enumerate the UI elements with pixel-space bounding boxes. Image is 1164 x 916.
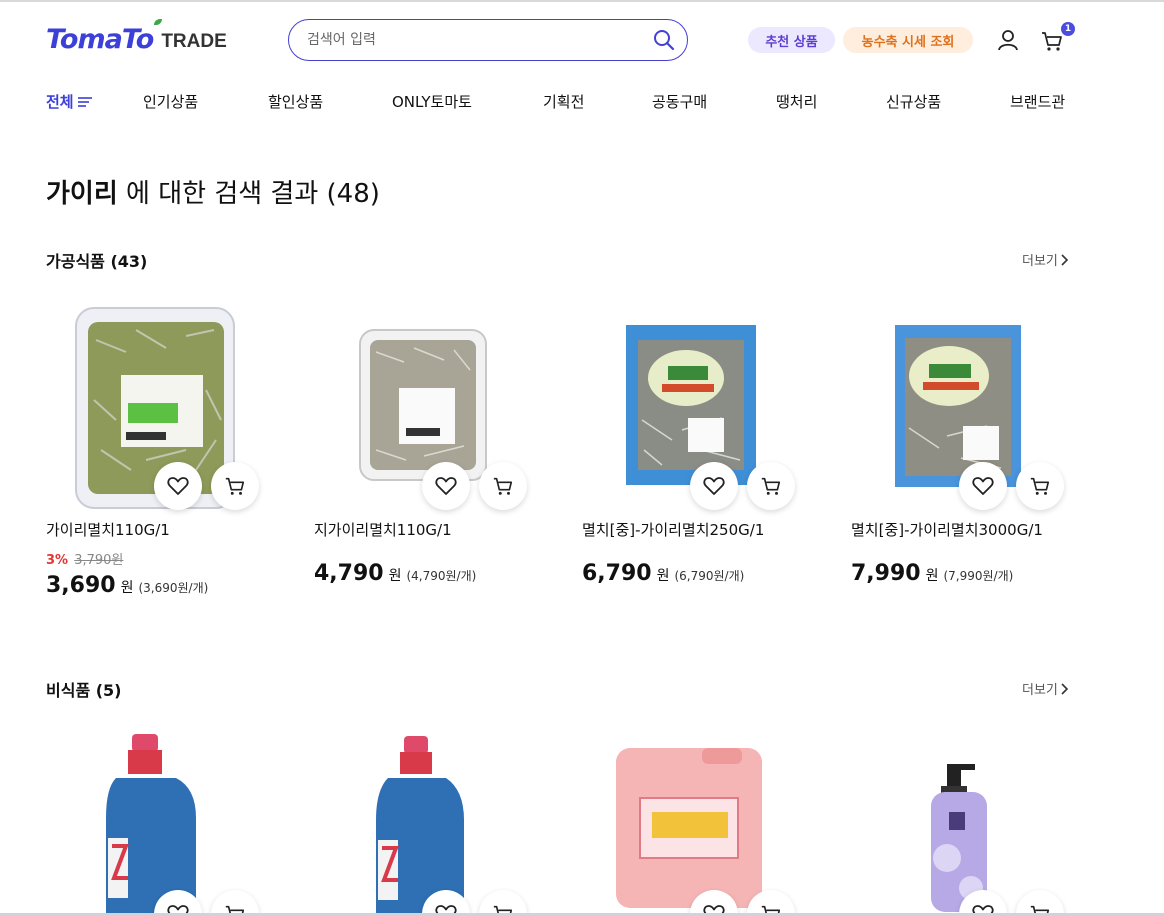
category-nav: 전체 인기상품 할인상품 ONLY토마토 기획전 공동구매 땡처리 신규상품 브… xyxy=(0,90,1164,114)
add-to-cart-button[interactable] xyxy=(479,462,527,510)
section-title-processed-food: 가공식품 (43) xyxy=(46,252,148,271)
product-card[interactable] xyxy=(851,728,1091,913)
heart-icon xyxy=(435,477,457,495)
product-name[interactable]: 멸치[중]-가이리멸치3000G/1 xyxy=(851,519,1043,540)
cart-icon xyxy=(225,905,245,913)
product-price: 6,790 xyxy=(582,561,652,586)
price-currency: 원 xyxy=(656,568,670,584)
cart-icon xyxy=(493,477,513,495)
product-card[interactable] xyxy=(46,728,286,913)
search-icon[interactable] xyxy=(653,29,675,51)
product-card[interactable] xyxy=(582,728,822,913)
search-result-title: 가이리 에 대한 검색 결과 (48) xyxy=(46,173,380,210)
top-border xyxy=(0,0,1164,2)
nav-brand[interactable]: 브랜드관 xyxy=(1010,90,1065,114)
product-name[interactable]: 멸치[중]-가이리멸치250G/1 xyxy=(582,519,764,540)
wishlist-button[interactable] xyxy=(154,462,202,510)
cart-icon xyxy=(493,905,513,913)
chevron-right-icon xyxy=(1061,682,1068,695)
cart-icon xyxy=(761,905,781,913)
product-price-row: 3,690 원 (3,690원/개) xyxy=(46,573,208,598)
product-price: 4,790 xyxy=(314,561,384,586)
section-title-non-food: 비식품 (5) xyxy=(46,681,122,700)
heart-icon xyxy=(972,477,994,495)
unit-price: (4,790원/개) xyxy=(406,569,477,583)
original-price: 3,790원 xyxy=(74,553,124,568)
chevron-right-icon xyxy=(1061,253,1068,266)
cart-count-badge: 1 xyxy=(1061,22,1075,36)
cart-icon xyxy=(761,477,781,495)
product-price: 7,990 xyxy=(851,561,921,586)
nav-clearance[interactable]: 땡처리 xyxy=(776,90,817,114)
cart-icon xyxy=(1030,477,1050,495)
product-price-row: 7,990 원 (7,990원/개) xyxy=(851,561,1013,586)
heart-icon xyxy=(167,477,189,495)
wishlist-button[interactable] xyxy=(422,462,470,510)
add-to-cart-button[interactable] xyxy=(211,462,259,510)
add-to-cart-button[interactable] xyxy=(747,462,795,510)
more-link-processed-food[interactable]: 더보기 xyxy=(1022,250,1068,269)
unit-price: (6,790원/개) xyxy=(674,569,745,583)
price-currency: 원 xyxy=(925,568,939,584)
tomato-trade-logo[interactable]: TomaTo TRADE xyxy=(46,19,227,55)
heart-icon xyxy=(167,905,189,913)
nav-popular[interactable]: 인기상품 xyxy=(143,90,198,114)
nav-group-buy[interactable]: 공동구매 xyxy=(652,90,707,114)
logo-wordmark: TomaTo xyxy=(46,24,154,55)
cart-icon xyxy=(225,477,245,495)
search-keyword: 가이리 xyxy=(46,179,118,209)
more-label: 더보기 xyxy=(1022,254,1058,269)
market-price-button[interactable]: 농수축 시세 조회 xyxy=(843,27,973,53)
wishlist-button[interactable] xyxy=(690,462,738,510)
cart-icon[interactable] xyxy=(1040,29,1064,53)
nav-discount[interactable]: 할인상품 xyxy=(268,90,323,114)
product-card[interactable] xyxy=(314,728,554,913)
menu-icon xyxy=(77,97,92,107)
unit-price: (7,990원/개) xyxy=(943,569,1014,583)
heart-icon xyxy=(972,905,994,913)
more-label: 더보기 xyxy=(1022,683,1058,698)
product-price-row: 4,790 원 (4,790원/개) xyxy=(314,561,476,586)
logo-leaf-icon xyxy=(154,19,162,25)
nav-exhibition[interactable]: 기획전 xyxy=(543,90,584,114)
add-to-cart-button[interactable] xyxy=(1016,462,1064,510)
cart-icon xyxy=(1030,905,1050,913)
price-currency: 원 xyxy=(120,580,134,596)
product-image[interactable] xyxy=(851,728,1091,913)
product-image[interactable] xyxy=(46,728,286,913)
search-bar xyxy=(288,19,688,61)
product-name[interactable]: 가이리멸치110G/1 xyxy=(46,519,170,540)
nav-all-menu[interactable]: 전체 xyxy=(46,90,92,114)
nav-only-tomato[interactable]: ONLY토마토 xyxy=(392,90,472,114)
user-icon[interactable] xyxy=(996,28,1020,52)
more-link-non-food[interactable]: 더보기 xyxy=(1022,679,1068,698)
nav-all-label: 전체 xyxy=(46,93,74,111)
search-result-suffix: 에 대한 검색 결과 (48) xyxy=(126,179,380,209)
logo-trade-text: TRADE xyxy=(161,31,227,52)
heart-icon xyxy=(435,905,457,913)
product-price-row: 6,790 원 (6,790원/개) xyxy=(582,561,744,586)
price-currency: 원 xyxy=(388,568,402,584)
product-discount: 3% 3,790원 xyxy=(46,549,123,568)
heart-icon xyxy=(703,477,725,495)
wishlist-button[interactable] xyxy=(959,462,1007,510)
recommended-products-button[interactable]: 추천 상품 xyxy=(748,27,835,53)
heart-icon xyxy=(703,905,725,913)
product-price: 3,690 xyxy=(46,573,116,598)
product-image[interactable] xyxy=(582,728,822,913)
search-input[interactable] xyxy=(307,32,653,48)
product-image[interactable] xyxy=(314,728,554,913)
unit-price: (3,690원/개) xyxy=(138,581,209,595)
product-name[interactable]: 지가이리멸치110G/1 xyxy=(314,519,452,540)
discount-percent: 3% xyxy=(46,553,69,568)
nav-new[interactable]: 신규상품 xyxy=(886,90,941,114)
